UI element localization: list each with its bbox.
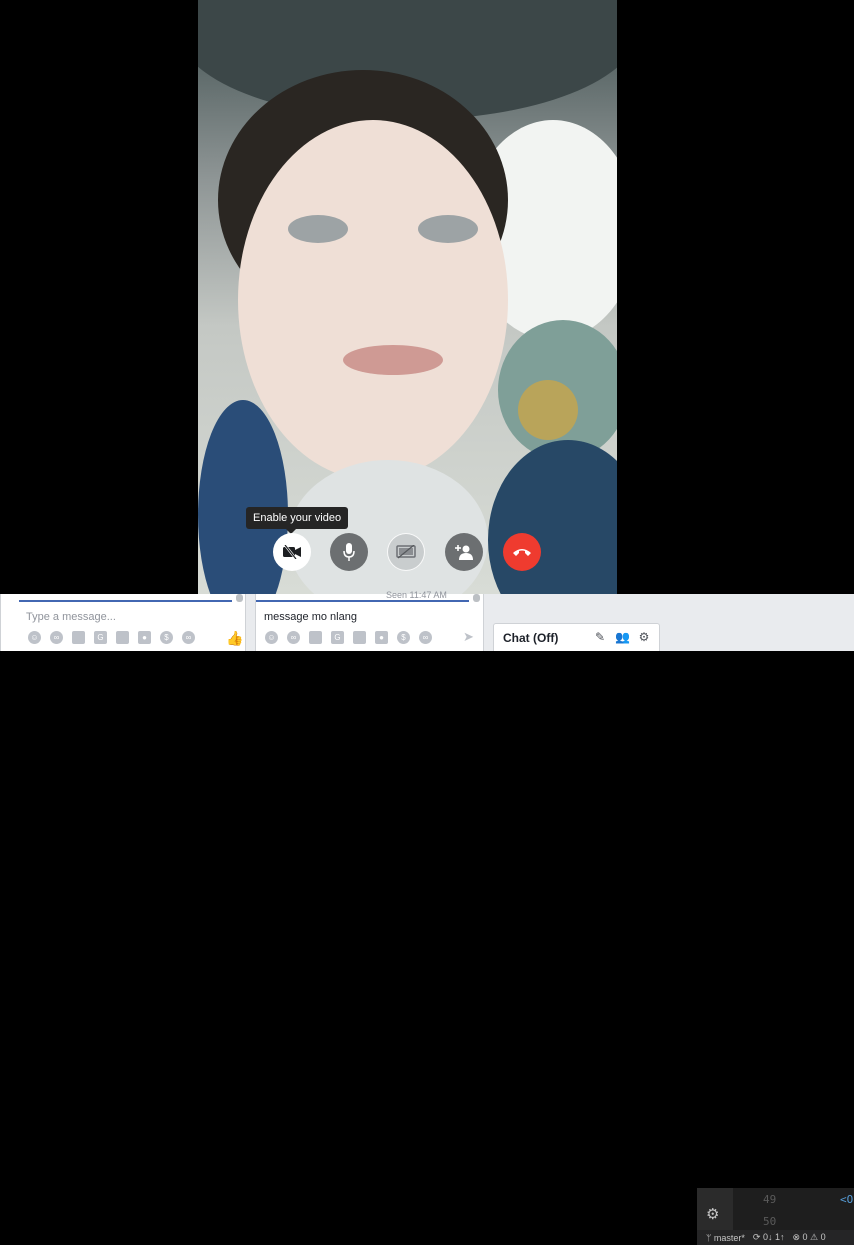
enable-video-button[interactable] bbox=[273, 533, 311, 571]
chat-status-tab[interactable]: Chat (Off) ✎ 👥 ⚙ bbox=[493, 623, 660, 651]
line-number: 50 bbox=[763, 1215, 777, 1228]
gear-icon[interactable]: ⚙ bbox=[706, 1205, 719, 1223]
emoji-icon[interactable]: ☺ bbox=[28, 631, 41, 644]
link-icon[interactable]: ∞ bbox=[50, 631, 63, 644]
message-input[interactable]: Type a message... bbox=[26, 611, 116, 623]
payment-icon[interactable]: $ bbox=[397, 631, 410, 644]
input-focus-indicator bbox=[256, 600, 469, 602]
video-call-window: Enable your video bbox=[0, 0, 854, 594]
screen-share-off-icon bbox=[396, 545, 416, 559]
remote-video-feed bbox=[198, 0, 617, 594]
code-editor-fragment: ⚙ 49 50 <O ᛘ master* ⟳ 0↓ 1↑ ⊗ 0 ⚠ 0 bbox=[697, 1188, 854, 1245]
payment-icon[interactable]: $ bbox=[160, 631, 173, 644]
group-icon[interactable]: 👥 bbox=[615, 630, 630, 644]
sync-status[interactable]: ⟳ 0↓ 1↑ bbox=[753, 1232, 785, 1243]
input-focus-indicator bbox=[19, 600, 232, 602]
problems-status[interactable]: ⊗ 0 ⚠ 0 bbox=[792, 1232, 825, 1243]
gif-icon[interactable]: G bbox=[94, 631, 107, 644]
add-person-button[interactable] bbox=[445, 533, 483, 571]
attach-icon[interactable]: ∞ bbox=[419, 631, 432, 644]
video-off-icon bbox=[283, 545, 301, 559]
chat-status-label: Chat (Off) bbox=[503, 631, 559, 645]
phone-hangup-icon bbox=[513, 549, 531, 556]
end-call-button[interactable] bbox=[503, 533, 541, 571]
sticker-icon[interactable] bbox=[116, 631, 129, 644]
photo-icon[interactable] bbox=[309, 631, 322, 644]
line-number: 49 bbox=[763, 1193, 777, 1206]
send-icon[interactable]: ➤ bbox=[463, 629, 474, 645]
new-message-icon[interactable]: ✎ bbox=[593, 630, 607, 644]
editor-activity-bar: ⚙ bbox=[697, 1188, 733, 1232]
microphone-icon bbox=[343, 543, 355, 561]
seen-timestamp: Seen 11:47 AM bbox=[386, 590, 447, 600]
scrollbar[interactable] bbox=[236, 594, 243, 602]
share-screen-button[interactable] bbox=[387, 533, 425, 571]
link-icon[interactable]: ∞ bbox=[287, 631, 300, 644]
messenger-bottom-bar: Type a message... ☺ ∞ G ● $ ∞ 👍 Seen 11:… bbox=[0, 590, 854, 1245]
thumbs-up-icon[interactable]: 👍 bbox=[226, 630, 243, 647]
chat-box-2: Seen 11:47 AM message mo nlang ☺ ∞ G ● $… bbox=[255, 590, 484, 651]
chat-box-1: Type a message... ☺ ∞ G ● $ ∞ 👍 bbox=[0, 594, 246, 651]
gif-icon[interactable]: G bbox=[331, 631, 344, 644]
photo-icon[interactable] bbox=[72, 631, 85, 644]
attach-icon[interactable]: ∞ bbox=[182, 631, 195, 644]
message-input[interactable]: message mo nlang bbox=[264, 611, 357, 623]
camera-icon[interactable]: ● bbox=[138, 631, 151, 644]
settings-gear-icon[interactable]: ⚙ bbox=[637, 630, 651, 644]
status-bar: ᛘ master* ⟳ 0↓ 1↑ ⊗ 0 ⚠ 0 bbox=[697, 1230, 854, 1245]
code-text: <O bbox=[840, 1193, 854, 1206]
camera-icon[interactable]: ● bbox=[375, 631, 388, 644]
microphone-button[interactable] bbox=[330, 533, 368, 571]
add-person-icon bbox=[455, 545, 473, 560]
scrollbar[interactable] bbox=[473, 594, 480, 602]
tooltip: Enable your video bbox=[246, 507, 349, 534]
sticker-icon[interactable] bbox=[353, 631, 366, 644]
git-branch[interactable]: ᛘ master* bbox=[706, 1233, 745, 1243]
emoji-icon[interactable]: ☺ bbox=[265, 631, 278, 644]
